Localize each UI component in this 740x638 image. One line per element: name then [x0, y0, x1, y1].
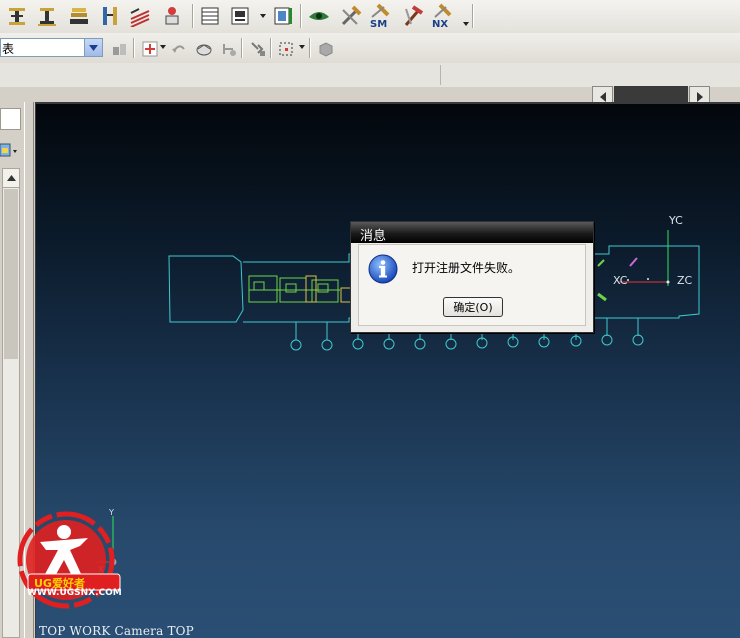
locating-hole — [445, 338, 457, 350]
tools-icon[interactable] — [338, 3, 364, 29]
dialog-title: 消息 — [360, 229, 387, 244]
locating-hole — [601, 334, 613, 346]
empty-toolbar-dock — [0, 63, 740, 88]
feature-mark — [597, 292, 607, 302]
ok-button-label: 确定(O) — [453, 301, 493, 314]
visibility-eye-icon[interactable] — [306, 3, 332, 29]
rectangle-select-icon[interactable] — [273, 36, 299, 62]
dropdown-arrow-icon[interactable] — [260, 14, 266, 18]
dialog-message: 打开注册文件失败。 — [412, 261, 521, 275]
view-status-label: TOP WORK Camera TOP — [39, 624, 194, 638]
move-icon[interactable] — [215, 36, 241, 62]
model-geometry: YC XC ZC Y X — [96, 214, 700, 574]
selection-filter-combo[interactable]: 表 — [0, 38, 103, 57]
nx-tools-icon[interactable]: NX — [430, 3, 456, 29]
axis-label-zc: ZC — [677, 274, 693, 287]
toolbar-separator — [133, 38, 134, 58]
drafting-template-icon[interactable] — [34, 3, 60, 29]
dialog-title-bar[interactable]: 消息 — [351, 222, 593, 244]
locating-hole — [321, 339, 333, 351]
dimension-icon[interactable] — [97, 3, 123, 29]
ok-button[interactable]: 确定(O) — [443, 297, 503, 317]
locating-hole — [632, 334, 644, 346]
main-toolbar: SM NX — [0, 0, 740, 34]
component-cluster — [248, 275, 340, 303]
drafting-icon[interactable] — [4, 3, 30, 29]
sm-label: SM — [370, 19, 387, 29]
locating-hole — [383, 338, 395, 350]
assembly-icon[interactable] — [159, 3, 185, 29]
toolbar-separator — [192, 4, 193, 28]
chevron-down-icon[interactable] — [84, 39, 102, 56]
select-filter-icon[interactable] — [107, 36, 133, 62]
scrollbar-thumb[interactable] — [4, 189, 18, 359]
part-outline-left — [168, 255, 244, 323]
lasso-icon[interactable] — [245, 36, 271, 62]
drawing-sheet-icon[interactable] — [227, 3, 253, 29]
feature-mark — [629, 257, 638, 267]
view-orient-icon[interactable] — [191, 36, 217, 62]
dialog-body: 打开注册文件失败。 确定(O) — [358, 244, 586, 326]
table-icon[interactable] — [197, 3, 223, 29]
watermark-url: WWW.UGSNX.COM — [27, 588, 122, 598]
selection-filter-value: 表 — [2, 42, 15, 56]
hammer-drill-icon[interactable] — [400, 3, 426, 29]
undo-icon[interactable] — [166, 36, 192, 62]
scroll-up-icon[interactable] — [3, 169, 19, 188]
resource-tab[interactable] — [0, 108, 21, 130]
solid-icon[interactable] — [313, 36, 339, 62]
stack-icon[interactable] — [66, 3, 92, 29]
view-icon[interactable] — [270, 3, 296, 29]
toolbar-separator — [241, 38, 242, 58]
message-dialog: 消息 打开注册文件失败。 确定(O) — [350, 221, 594, 333]
toolbar-separator — [472, 4, 473, 28]
locating-hole — [414, 338, 426, 350]
sheet-metal-icon[interactable]: SM — [368, 3, 394, 29]
locating-hole — [290, 339, 302, 351]
toolbar-separator — [309, 38, 310, 58]
axis-label-yc: YC — [668, 214, 683, 227]
dropdown-arrow-icon[interactable] — [299, 45, 305, 49]
feature-mark — [597, 259, 605, 267]
snap-point-icon[interactable] — [137, 36, 163, 62]
nx-label: NX — [432, 19, 448, 29]
toolbar-separator — [270, 38, 271, 58]
axis-label-xc: XC — [613, 274, 628, 287]
dropdown-arrow-icon[interactable] — [463, 22, 469, 26]
locating-hole — [352, 338, 364, 350]
hatch-icon[interactable] — [127, 3, 153, 29]
toolbar-separator — [300, 4, 301, 28]
navigator-icon[interactable] — [0, 140, 20, 162]
graphics-viewport[interactable]: YC XC ZC Y X TOP WORK Camera TOP — [35, 102, 740, 638]
ugsnx-watermark-logo: UG爱好者 WWW.UGSNX.COM — [10, 510, 132, 610]
info-icon — [368, 254, 398, 284]
